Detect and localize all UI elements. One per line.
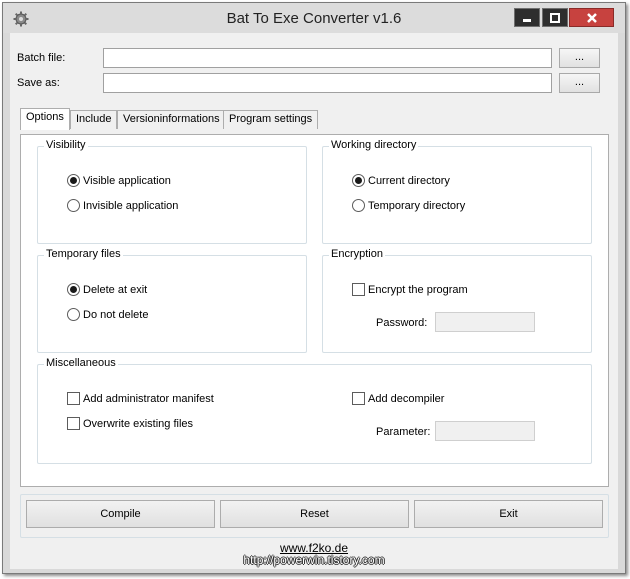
password-label: Password: xyxy=(376,317,428,329)
invisible-application-option[interactable]: Invisible application xyxy=(67,199,178,212)
current-directory-label: Current directory xyxy=(368,174,450,187)
save-as-input[interactable] xyxy=(103,73,552,93)
overwrite-files-checkbox[interactable] xyxy=(67,417,80,430)
temporary-directory-label: Temporary directory xyxy=(368,199,466,212)
overwrite-files-option[interactable]: Overwrite existing files xyxy=(67,417,193,430)
miscellaneous-group: Miscellaneous Add administrator manifest… xyxy=(37,357,592,464)
current-directory-option[interactable]: Current directory xyxy=(352,174,450,187)
close-icon xyxy=(586,12,597,23)
tab-program-settings[interactable]: Program settings xyxy=(223,110,319,129)
visibility-group: Visibility Visible application Invisible… xyxy=(37,139,307,244)
maximize-icon xyxy=(550,12,560,23)
compile-button[interactable]: Compile xyxy=(26,500,215,528)
temporary-files-title: Temporary files xyxy=(44,248,123,260)
delete-at-exit-option[interactable]: Delete at exit xyxy=(67,283,147,296)
save-browse-button[interactable]: ... xyxy=(559,73,600,93)
tab-options[interactable]: Options xyxy=(20,108,70,130)
add-decompiler-option[interactable]: Add decompiler xyxy=(352,392,444,405)
radio-button[interactable] xyxy=(352,174,365,187)
add-decompiler-checkbox[interactable] xyxy=(352,392,365,405)
app-window: Bat To Exe Converter v1.6 Batch file: ..… xyxy=(2,2,626,574)
working-directory-title: Working directory xyxy=(329,139,419,151)
watermark-text: http://powerwin.tistory.com xyxy=(243,553,385,567)
miscellaneous-title: Miscellaneous xyxy=(44,357,118,369)
batch-browse-button[interactable]: ... xyxy=(559,48,600,68)
encryption-group: Encryption Encrypt the program Password: xyxy=(322,248,592,353)
options-panel: Visibility Visible application Invisible… xyxy=(20,134,609,487)
temporary-files-group: Temporary files Delete at exit Do not de… xyxy=(37,248,307,353)
admin-manifest-label: Add administrator manifest xyxy=(83,392,214,405)
visible-application-label: Visible application xyxy=(83,174,171,187)
parameter-label: Parameter: xyxy=(376,426,431,438)
radio-button[interactable] xyxy=(352,199,365,212)
radio-button[interactable] xyxy=(67,283,80,296)
reset-button[interactable]: Reset xyxy=(220,500,409,528)
encrypt-checkbox[interactable] xyxy=(352,283,365,296)
batch-file-label: Batch file: xyxy=(17,52,66,64)
close-button[interactable] xyxy=(569,8,614,27)
client-area: Batch file: ... Save as: ... Options Inc… xyxy=(10,33,618,569)
temporary-directory-option[interactable]: Temporary directory xyxy=(352,199,465,212)
tab-versioninformations[interactable]: Versioninformations xyxy=(117,110,226,129)
radio-button[interactable] xyxy=(67,174,80,187)
radio-button[interactable] xyxy=(67,199,80,212)
add-decompiler-label: Add decompiler xyxy=(368,392,445,405)
admin-manifest-option[interactable]: Add administrator manifest xyxy=(67,392,214,405)
overwrite-files-label: Overwrite existing files xyxy=(83,417,194,430)
minimize-button[interactable] xyxy=(514,8,540,27)
working-directory-group: Working directory Current directory Temp… xyxy=(322,139,592,244)
visibility-title: Visibility xyxy=(44,139,88,151)
exit-button[interactable]: Exit xyxy=(414,500,603,528)
password-input[interactable] xyxy=(435,312,535,332)
admin-manifest-checkbox[interactable] xyxy=(67,392,80,405)
delete-at-exit-label: Delete at exit xyxy=(83,283,148,296)
encrypt-program-option[interactable]: Encrypt the program xyxy=(352,283,468,296)
visible-application-option[interactable]: Visible application xyxy=(67,174,171,187)
encrypt-program-label: Encrypt the program xyxy=(368,283,468,296)
do-not-delete-option[interactable]: Do not delete xyxy=(67,308,148,321)
maximize-button[interactable] xyxy=(542,8,568,27)
minimize-icon xyxy=(523,18,531,22)
do-not-delete-label: Do not delete xyxy=(83,308,149,321)
batch-file-input[interactable] xyxy=(103,48,552,68)
invisible-application-label: Invisible application xyxy=(83,199,179,212)
tab-include[interactable]: Include xyxy=(70,110,118,129)
encryption-title: Encryption xyxy=(329,248,385,260)
save-as-label: Save as: xyxy=(17,77,60,89)
title-bar[interactable]: Bat To Exe Converter v1.6 xyxy=(3,3,625,33)
radio-button[interactable] xyxy=(67,308,80,321)
parameter-input[interactable] xyxy=(435,421,535,441)
